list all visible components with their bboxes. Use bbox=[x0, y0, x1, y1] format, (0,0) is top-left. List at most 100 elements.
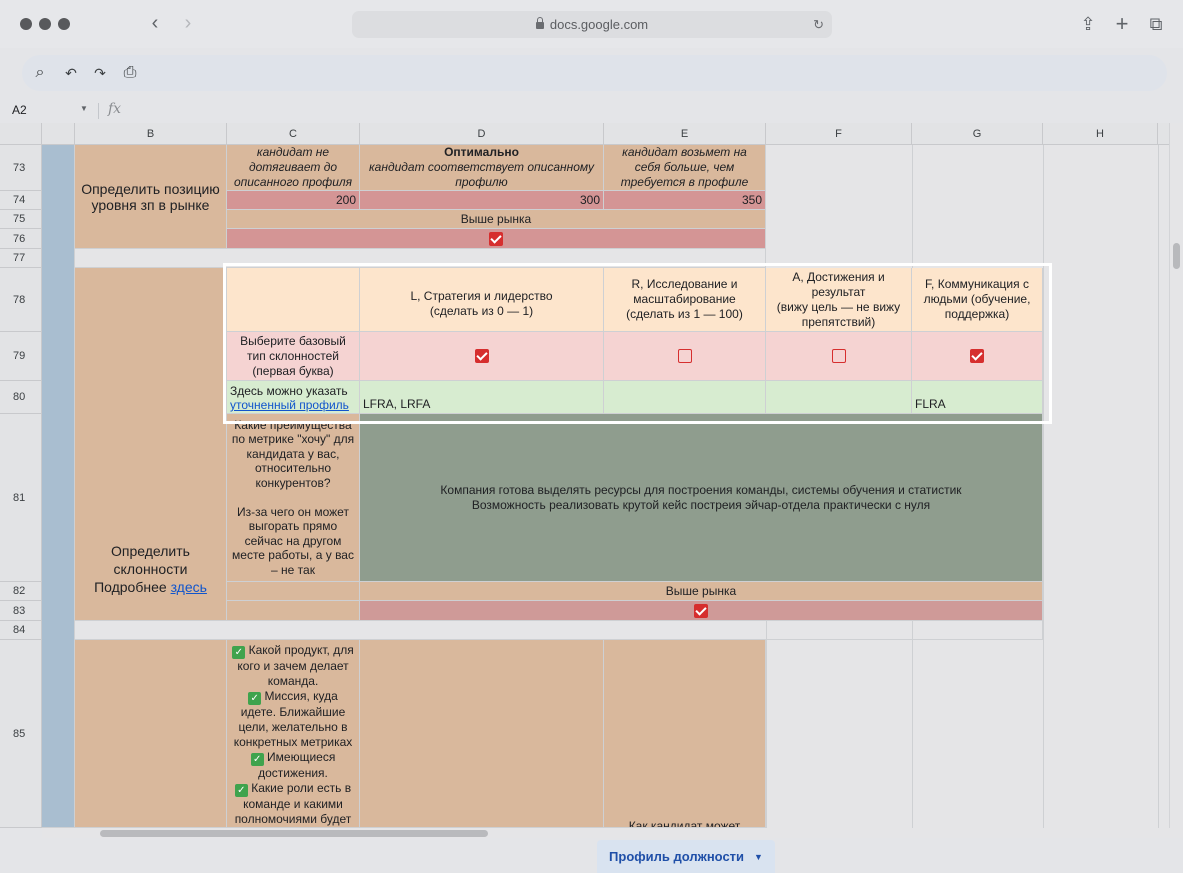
sheet-tab-profile[interactable]: Профиль должности ▼ bbox=[597, 840, 775, 873]
cell-d73[interactable]: Оптимально кандидат соответствует описан… bbox=[360, 145, 604, 191]
inclinations-market-checkbox[interactable] bbox=[694, 603, 708, 618]
vertical-scroll-thumb[interactable] bbox=[1173, 243, 1180, 269]
horizontal-scroll-thumb[interactable] bbox=[100, 830, 488, 837]
cell-f78[interactable]: A, Достижения и результат (вижу цель — н… bbox=[766, 268, 912, 332]
base-type-prompt: Выберите базовый тип склонностей (первая… bbox=[240, 333, 346, 378]
cell-b85[interactable] bbox=[75, 640, 227, 828]
cell-c79[interactable]: Выберите базовый тип склонностей (первая… bbox=[227, 332, 360, 381]
row-header-80[interactable]: 80 bbox=[0, 381, 42, 414]
salary-label-cell[interactable]: Определить позицию уровня зп в рынке bbox=[75, 145, 227, 249]
close-window-icon[interactable] bbox=[20, 18, 32, 30]
cell-c83[interactable] bbox=[227, 601, 360, 621]
row-header-85[interactable]: 85 bbox=[0, 640, 42, 828]
cell-e78[interactable]: R, Исследование и масштабирование (сдела… bbox=[604, 268, 766, 332]
column-header-f[interactable]: F bbox=[766, 123, 912, 145]
column-header-b[interactable]: B bbox=[75, 123, 227, 145]
formula-bar-divider bbox=[98, 103, 99, 119]
inclinations-label-cell[interactable]: Определить склонности Подробнее здесь bbox=[75, 268, 227, 621]
minimize-window-icon[interactable] bbox=[39, 18, 51, 30]
type-f-checkbox[interactable] bbox=[970, 349, 984, 363]
cell-g78[interactable]: F, Коммуникация с людьми (обучение, подд… bbox=[912, 268, 1043, 332]
cell-e80[interactable] bbox=[604, 381, 766, 414]
row-header-81[interactable]: 81 bbox=[0, 414, 42, 582]
row-header-83[interactable]: 83 bbox=[0, 601, 42, 621]
search-icon[interactable]: ⌕ bbox=[30, 63, 50, 83]
horizontal-scrollbar[interactable] bbox=[42, 828, 1183, 838]
cell-d85[interactable] bbox=[360, 640, 604, 828]
cell-e73[interactable]: кандидат возьмет на себя больше, чем тре… bbox=[604, 145, 766, 191]
salary-market-checkbox[interactable] bbox=[489, 231, 503, 246]
column-a-strip[interactable] bbox=[42, 145, 75, 828]
column-header-d[interactable]: D bbox=[360, 123, 604, 145]
cell-g80[interactable]: FLRA bbox=[912, 381, 1043, 414]
cell-e85[interactable]: Как кандидат может bbox=[604, 640, 766, 828]
cell-g79[interactable] bbox=[912, 332, 1043, 381]
redo-icon[interactable]: ↷ bbox=[90, 63, 110, 83]
cell-c75-merged[interactable]: Выше рынка bbox=[227, 210, 766, 229]
row-header-82[interactable]: 82 bbox=[0, 582, 42, 601]
cell-d79[interactable] bbox=[360, 332, 604, 381]
row-header-79[interactable]: 79 bbox=[0, 332, 42, 381]
cell-c73[interactable]: кандидат не дотягивает до описанного про… bbox=[227, 145, 360, 191]
cell-d80[interactable]: LFRA, LRFA bbox=[360, 381, 604, 414]
cell-e73-text: кандидат возьмет на себя больше, чем тре… bbox=[620, 145, 749, 189]
print-icon[interactable]: ⎙ bbox=[120, 63, 140, 83]
column-header-a[interactable] bbox=[42, 123, 75, 145]
cell-c82[interactable] bbox=[227, 582, 360, 601]
name-box-dropdown-icon[interactable]: ▼ bbox=[80, 104, 88, 113]
cell-e74-value: 350 bbox=[741, 193, 762, 207]
row-header-76[interactable]: 76 bbox=[0, 229, 42, 249]
address-bar[interactable]: docs.google.com ↻ bbox=[352, 11, 832, 38]
column-header-g[interactable]: G bbox=[912, 123, 1043, 145]
inclinations-label-line2: склонности bbox=[113, 561, 188, 577]
column-header-h[interactable]: H bbox=[1043, 123, 1158, 145]
row-84-blank[interactable] bbox=[75, 621, 1043, 640]
cell-e74[interactable]: 350 bbox=[604, 191, 766, 210]
cell-c74[interactable]: 200 bbox=[227, 191, 360, 210]
cell-f79[interactable] bbox=[766, 332, 912, 381]
row-header-73[interactable]: 73 bbox=[0, 145, 42, 191]
share-icon[interactable]: ⇪ bbox=[1076, 12, 1100, 36]
select-all-corner[interactable] bbox=[0, 123, 42, 145]
cell-c76-merged[interactable] bbox=[227, 229, 766, 249]
cell-c81[interactable]: Какие преимущества по метрике "хочу" для… bbox=[227, 414, 360, 582]
type-a-header: A, Достижения и результат (вижу цель — н… bbox=[776, 269, 901, 329]
forward-icon[interactable]: › bbox=[176, 12, 200, 36]
undo-icon[interactable]: ↶ bbox=[61, 63, 81, 83]
column-header-c[interactable]: C bbox=[227, 123, 360, 145]
cell-e79[interactable] bbox=[604, 332, 766, 381]
cell-e85-text: Как кандидат может bbox=[628, 819, 741, 828]
row-header-78[interactable]: 78 bbox=[0, 268, 42, 332]
advantages-question: Какие преимущества по метрике "хочу" для… bbox=[231, 417, 355, 577]
zoom-window-icon[interactable] bbox=[58, 18, 70, 30]
inclinations-details-link[interactable]: здесь bbox=[171, 579, 207, 595]
cell-c80[interactable]: Здесь можно указать уточненный профиль bbox=[227, 381, 360, 414]
row-77-blank[interactable] bbox=[75, 249, 766, 268]
gridline bbox=[1043, 145, 1044, 828]
cell-c85[interactable]: ✓ Какой продукт, для кого и зачем делает… bbox=[227, 640, 360, 828]
cell-c78[interactable] bbox=[227, 268, 360, 332]
name-box[interactable]: A2 bbox=[12, 103, 27, 117]
cell-d81-merged[interactable]: Компания готова выделять ресурсы для пос… bbox=[360, 414, 1043, 582]
cell-d82-merged[interactable]: Выше рынка bbox=[360, 582, 1043, 601]
row-header-84[interactable]: 84 bbox=[0, 621, 42, 640]
type-a-checkbox[interactable] bbox=[831, 349, 846, 363]
sheet-tab-menu-icon[interactable]: ▼ bbox=[754, 852, 763, 862]
row-header-74[interactable]: 74 bbox=[0, 191, 42, 210]
type-l-checkbox[interactable] bbox=[474, 349, 489, 363]
type-r-checkbox[interactable] bbox=[677, 349, 692, 363]
cell-d74[interactable]: 300 bbox=[360, 191, 604, 210]
reload-icon[interactable]: ↻ bbox=[813, 17, 824, 33]
column-header-e[interactable]: E bbox=[604, 123, 766, 145]
cell-f80[interactable] bbox=[766, 381, 912, 414]
tab-overview-icon[interactable]: ⧉ bbox=[1144, 12, 1168, 36]
cell-d78[interactable]: L, Стратегия и лидерство (сделать из 0 —… bbox=[360, 268, 604, 332]
vertical-scrollbar[interactable] bbox=[1169, 123, 1183, 828]
new-tab-icon[interactable]: + bbox=[1110, 12, 1134, 36]
refined-profile-link[interactable]: уточненный профиль bbox=[230, 398, 349, 412]
back-icon[interactable]: ‹ bbox=[143, 12, 167, 36]
cell-d83-merged[interactable] bbox=[360, 601, 1043, 621]
row-header-77[interactable]: 77 bbox=[0, 249, 42, 268]
row-header-75[interactable]: 75 bbox=[0, 210, 42, 229]
check-icon: ✓ bbox=[232, 646, 246, 659]
